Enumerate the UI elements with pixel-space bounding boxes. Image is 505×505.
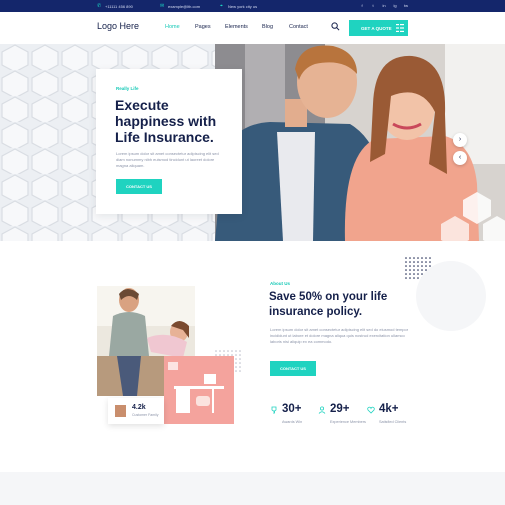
grid-menu-icon[interactable]	[396, 24, 404, 32]
location-icon: ⌖	[220, 2, 223, 9]
hero-eyebrow: Really Life	[116, 86, 139, 91]
hero-content-card: Really Life Execute happiness with Life …	[96, 69, 242, 214]
stat-label: Satisfied Clients	[379, 420, 407, 424]
trophy-icon	[271, 406, 277, 414]
about-description: Lorem ipsum dolor sit amet consectetur a…	[270, 327, 409, 344]
instagram-icon[interactable]: ig	[392, 3, 398, 9]
users-icon	[318, 406, 326, 414]
get-quote-button[interactable]: GET A QUOTE	[349, 20, 408, 36]
linkedin-icon[interactable]: in	[381, 3, 387, 9]
nav-elements[interactable]: Elements	[225, 24, 262, 30]
twitter-alt-icon[interactable]: tw	[403, 3, 409, 9]
circle-decoration	[416, 261, 486, 331]
nav-blog[interactable]: Blog	[262, 24, 289, 30]
email-info: ✉ example@lth.com	[160, 0, 200, 12]
slider-next-arrow-icon[interactable]: ›	[453, 133, 467, 147]
top-info-bar: ✆ +11111 456 890 ✉ example@lth.com ⌖ New…	[0, 0, 505, 12]
search-icon[interactable]	[331, 22, 340, 31]
phone-text: +11111 456 890	[105, 3, 133, 9]
avatar	[115, 405, 126, 417]
customer-stat-card: 4.2k Customer Family	[108, 398, 164, 424]
office-photo	[164, 356, 234, 424]
social-links: f t in ig tw	[359, 3, 409, 9]
stat-value: 29+	[330, 403, 350, 415]
stat-value: 4k+	[379, 403, 399, 415]
customer-stat-value: 4.2k	[132, 404, 146, 411]
site-header: Logo Here Home Pages Elements Blog Conta…	[0, 12, 505, 44]
nav-pages[interactable]: Pages	[195, 24, 225, 30]
heart-icon	[367, 406, 375, 414]
mail-icon: ✉	[160, 2, 165, 9]
address-info: ⌖ New york city us	[220, 0, 257, 12]
email-text: example@lth.com	[168, 3, 201, 9]
slider-prev-arrow-icon[interactable]: ‹	[453, 151, 467, 165]
about-eyebrow: About Us	[270, 281, 290, 286]
stat-label: Awards Win	[282, 420, 303, 424]
get-quote-label: GET A QUOTE	[361, 25, 392, 31]
stat-value: 30+	[282, 403, 302, 415]
facebook-icon[interactable]: f	[359, 3, 365, 9]
hero-description: Lorem ipsum dolor sit amet consectetur a…	[116, 151, 219, 168]
about-title: Save 50% on your life insurance policy.	[269, 291, 388, 318]
hero-title: Execute happiness with Life Insurance.	[115, 97, 217, 145]
hero-slider: Really Life Execute happiness with Life …	[0, 44, 505, 241]
phone-info: ✆ +11111 456 890	[97, 0, 133, 12]
nav-home[interactable]: Home	[165, 24, 195, 30]
main-nav: Home Pages Elements Blog Contact	[165, 24, 308, 30]
site-logo[interactable]: Logo Here	[97, 21, 139, 31]
stat-label: Experience Members	[330, 420, 366, 424]
about-contact-button[interactable]: CONTACT US	[270, 361, 316, 376]
customer-stat-label: Customer Family	[132, 413, 159, 417]
hero-contact-button[interactable]: CONTACT US	[116, 179, 162, 194]
phone-icon: ✆	[97, 2, 102, 9]
nav-contact[interactable]: Contact	[289, 24, 308, 30]
footer-band	[0, 472, 505, 505]
address-text: New york city us	[228, 3, 258, 9]
twitter-icon[interactable]: t	[370, 3, 376, 9]
